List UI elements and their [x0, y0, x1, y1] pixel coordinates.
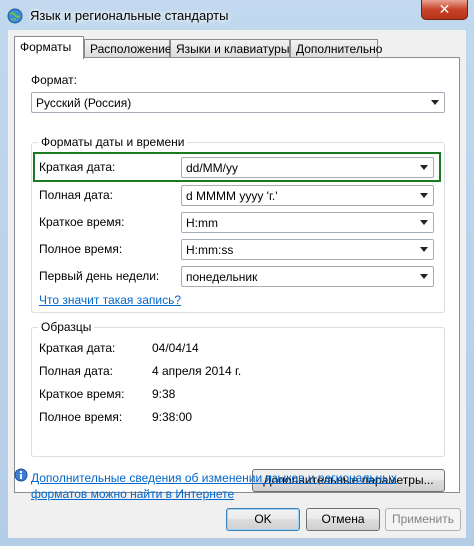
short-date-select[interactable]: dd/MM/yy — [181, 157, 434, 178]
more-info-link-line1[interactable]: Дополнительные сведения об изменении язы… — [31, 471, 397, 485]
title-bar[interactable]: Язык и региональные стандарты ✕ — [0, 0, 474, 30]
more-info-link[interactable]: Дополнительные сведения об изменении язы… — [31, 470, 431, 502]
sample-long-time-value: 9:38:00 — [152, 410, 193, 424]
window-title: Язык и региональные стандарты — [30, 8, 229, 23]
apply-button[interactable]: Применить — [385, 508, 461, 531]
sample-long-date-label: Полная дата: — [39, 364, 113, 378]
short-date-select-value: dd/MM/yy — [186, 161, 239, 175]
sample-short-time-label: Краткое время: — [39, 387, 125, 401]
long-time-select-value: H:mm:ss — [186, 243, 234, 257]
tab-keyboards-languages[interactable]: Языки и клавиатуры — [170, 39, 290, 57]
long-date-select-value: d MMMM yyyy 'г.' — [186, 189, 278, 203]
first-day-label: Первый день недели: — [39, 269, 160, 283]
chevron-down-icon — [418, 271, 430, 283]
long-time-select[interactable]: H:mm:ss — [181, 239, 434, 260]
sample-short-time-value: 9:38 — [152, 387, 176, 401]
long-time-label: Полное время: — [39, 242, 123, 256]
tab-location[interactable]: Расположение — [84, 39, 172, 57]
tab-formats[interactable]: Форматы — [14, 36, 84, 59]
info-icon — [14, 468, 28, 482]
notation-help-link[interactable]: Что значит такая запись? — [39, 293, 181, 307]
format-label: Формат: — [31, 73, 77, 87]
globe-icon — [7, 8, 23, 24]
cancel-button[interactable]: Отмена — [306, 508, 380, 531]
samples-group-title: Образцы — [38, 320, 95, 334]
sample-long-date-value: 4 апреля 2014 г. — [152, 364, 242, 378]
sample-long-time-label: Полное время: — [39, 410, 123, 424]
chevron-down-icon — [429, 97, 441, 109]
close-button[interactable]: ✕ — [421, 0, 468, 20]
chevron-down-icon — [418, 162, 430, 174]
short-date-label: Краткая дата: — [39, 160, 116, 174]
short-time-select-value: H:mm — [186, 216, 218, 230]
short-time-label: Краткое время: — [39, 215, 125, 229]
tab-administrative[interactable]: Дополнительно — [290, 39, 382, 57]
first-day-select[interactable]: понедельник — [181, 266, 434, 287]
dialog-client-area: Форматы Расположение Языки и клавиатуры … — [8, 30, 466, 538]
chevron-down-icon — [418, 244, 430, 256]
format-select-value: Русский (Россия) — [36, 96, 132, 110]
chevron-down-icon — [418, 190, 430, 202]
long-date-label: Полная дата: — [39, 188, 113, 202]
first-day-select-value: понедельник — [186, 270, 258, 284]
sample-short-date-label: Краткая дата: — [39, 341, 116, 355]
chevron-down-icon — [418, 217, 430, 229]
more-info-link-line2[interactable]: форматов можно найти в Интернете — [31, 487, 234, 501]
close-icon: ✕ — [438, 1, 451, 17]
short-time-select[interactable]: H:mm — [181, 212, 434, 233]
ok-button[interactable]: OK — [226, 508, 300, 531]
formats-panel: Формат: Русский (Россия) Форматы даты и … — [14, 57, 460, 493]
format-select[interactable]: Русский (Россия) — [31, 92, 445, 113]
dialog-window: Язык и региональные стандарты ✕ Форматы … — [0, 0, 474, 546]
datetime-formats-group-title: Форматы даты и времени — [38, 135, 188, 149]
sample-short-date-value: 04/04/14 — [152, 341, 199, 355]
long-date-select[interactable]: d MMMM yyyy 'г.' — [181, 185, 434, 206]
